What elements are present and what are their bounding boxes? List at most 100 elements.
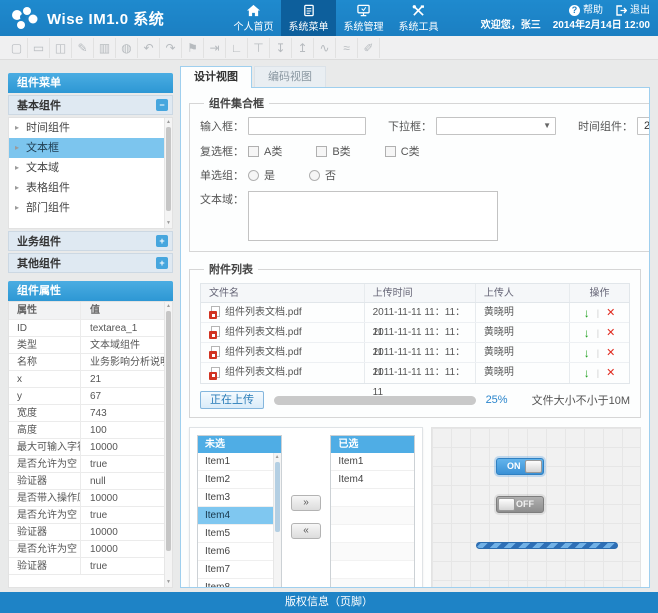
expand-icon[interactable]: + xyxy=(156,235,168,247)
curve-icon[interactable]: ≈ xyxy=(336,38,358,58)
accordion-business-components[interactable]: 业务组件 + xyxy=(8,231,173,251)
table-row[interactable]: 验证器null xyxy=(9,473,164,490)
nav-system-tools[interactable]: 系统工具 xyxy=(391,0,446,36)
checkbox-class-b[interactable] xyxy=(316,146,327,157)
help-link[interactable]: ?帮助 xyxy=(569,3,603,18)
move-right-button[interactable]: » xyxy=(291,495,321,511)
download-icon[interactable]: ↓ xyxy=(584,323,590,343)
toggle-knob[interactable] xyxy=(498,498,515,511)
publish-icon[interactable]: ◍ xyxy=(116,38,138,58)
text-format-icon[interactable]: ⊤ xyxy=(248,38,270,58)
list-scrollbar[interactable]: ▲ ▼ xyxy=(273,453,281,588)
sidebar-item-textarea[interactable]: ▸文本域 xyxy=(9,158,164,178)
list-item[interactable]: Item7 xyxy=(198,561,273,579)
table-row[interactable]: IDtextarea_1 xyxy=(9,320,164,337)
table-row[interactable]: y67 xyxy=(9,388,164,405)
remove-icon[interactable]: ✕ xyxy=(606,363,615,383)
table-row[interactable]: 名称业务影响分析说明 xyxy=(9,354,164,371)
remove-icon[interactable]: ✕ xyxy=(606,303,615,323)
expand-icon[interactable]: + xyxy=(156,257,168,269)
logout-link[interactable]: 退出 xyxy=(615,3,650,18)
open-folder-icon[interactable]: ▭ xyxy=(28,38,50,58)
menu-doc-icon xyxy=(301,4,316,17)
export-doc-icon[interactable]: ↧ xyxy=(270,38,292,58)
flag-icon[interactable]: ⚑ xyxy=(182,38,204,58)
edit-document-icon[interactable]: ✎ xyxy=(72,38,94,58)
remove-icon[interactable]: ✕ xyxy=(606,343,615,363)
checkbox-class-c[interactable] xyxy=(385,146,396,157)
table-row[interactable]: 最大可输入字符数10000 xyxy=(9,439,164,456)
dropdown-select[interactable]: ▼ xyxy=(436,117,556,135)
uploading-button[interactable]: 正在上传 xyxy=(200,391,264,409)
scrollbar-thumb[interactable] xyxy=(275,462,280,532)
accordion-basic-components[interactable]: 基本组件 − xyxy=(8,95,173,115)
save-icon[interactable]: ◫ xyxy=(50,38,72,58)
toggle-off[interactable]: OFF xyxy=(496,496,544,513)
scroll-up-icon[interactable]: ▲ xyxy=(274,454,281,461)
redo-icon[interactable]: ↷ xyxy=(160,38,182,58)
pencil-icon[interactable]: ✐ xyxy=(358,38,380,58)
sidebar-item-textbox[interactable]: ▸文本框 xyxy=(9,138,164,158)
properties-scrollbar[interactable]: ▲ ▼ xyxy=(164,302,172,587)
remove-icon[interactable]: ✕ xyxy=(606,323,615,343)
delete-icon[interactable]: ▥ xyxy=(94,38,116,58)
new-file-icon[interactable]: ▢ xyxy=(6,38,28,58)
table-row[interactable]: 是否带入操作原因10000 xyxy=(9,490,164,507)
list-item[interactable]: Item4 xyxy=(331,471,414,489)
tab-code-view[interactable]: 编码视图 xyxy=(254,66,326,87)
radio-no[interactable] xyxy=(309,170,320,181)
collapse-icon[interactable]: − xyxy=(156,99,168,111)
sidebar-item-time-component[interactable]: ▸时间组件 xyxy=(9,118,164,138)
sort-icon[interactable]: ∟ xyxy=(226,38,248,58)
scroll-down-icon[interactable]: ▼ xyxy=(165,579,172,586)
table-row[interactable]: x21 xyxy=(9,371,164,388)
sidebar-item-department-component[interactable]: ▸部门组件 xyxy=(9,198,164,218)
list-item[interactable]: Item8 xyxy=(198,579,273,588)
table-row[interactable]: 高度100 xyxy=(9,422,164,439)
download-icon[interactable]: ↓ xyxy=(584,303,590,323)
sidebar-item-table-component[interactable]: ▸表格组件 xyxy=(9,178,164,198)
import-doc-icon[interactable]: ↥ xyxy=(292,38,314,58)
date-field[interactable]: 2012-07-01 xyxy=(637,117,650,135)
list-item[interactable]: Item5 xyxy=(198,525,273,543)
toggle-knob[interactable] xyxy=(525,460,542,473)
list-item[interactable]: Item6 xyxy=(198,543,273,561)
line-wave-icon[interactable]: ∿ xyxy=(314,38,336,58)
time-label: 时间组件： xyxy=(578,118,633,134)
table-row[interactable]: 验证器true xyxy=(9,558,164,575)
scroll-down-icon[interactable]: ▼ xyxy=(165,220,172,227)
list-item[interactable]: Item2 xyxy=(198,471,273,489)
table-row[interactable]: 是否允许为空true xyxy=(9,507,164,524)
list-item[interactable]: Item3 xyxy=(198,489,273,507)
accordion-other-components[interactable]: 其他组件 + xyxy=(8,253,173,273)
table-row[interactable]: 类型文本域组件 xyxy=(9,337,164,354)
component-menu-title: 组件菜单 xyxy=(8,73,173,93)
scroll-up-icon[interactable]: ▲ xyxy=(165,303,172,310)
scrollbar-thumb[interactable] xyxy=(166,311,171,551)
monitor-icon xyxy=(356,4,371,17)
exit-node-icon[interactable]: ⇥ xyxy=(204,38,226,58)
text-input[interactable] xyxy=(248,117,366,135)
table-row[interactable]: 是否允许为空true xyxy=(9,456,164,473)
nav-personal-home[interactable]: 个人首页 xyxy=(226,0,281,36)
table-row[interactable]: 是否允许为空10000 xyxy=(9,541,164,558)
download-icon[interactable]: ↓ xyxy=(584,363,590,383)
nav-system-menu[interactable]: 系统菜单 xyxy=(281,0,336,36)
sidebar-list-scrollbar[interactable]: ▲ ▼ xyxy=(164,118,172,228)
move-left-button[interactable]: « xyxy=(291,523,321,539)
toggle-on[interactable]: ON xyxy=(496,458,544,475)
nav-system-management[interactable]: 系统管理 xyxy=(336,0,391,36)
download-icon[interactable]: ↓ xyxy=(584,343,590,363)
list-item[interactable]: Item1 xyxy=(198,453,273,471)
tab-design-view[interactable]: 设计视图 xyxy=(180,66,252,88)
checkbox-class-a[interactable] xyxy=(248,146,259,157)
list-item[interactable]: Item1 xyxy=(331,453,414,471)
list-item-selected[interactable]: Item4 xyxy=(198,507,273,525)
scroll-up-icon[interactable]: ▲ xyxy=(165,119,172,126)
scrollbar-thumb[interactable] xyxy=(166,127,171,211)
table-row[interactable]: 宽度743 xyxy=(9,405,164,422)
radio-yes[interactable] xyxy=(248,170,259,181)
undo-icon[interactable]: ↶ xyxy=(138,38,160,58)
textarea-field[interactable] xyxy=(248,191,498,241)
table-row[interactable]: 验证器10000 xyxy=(9,524,164,541)
